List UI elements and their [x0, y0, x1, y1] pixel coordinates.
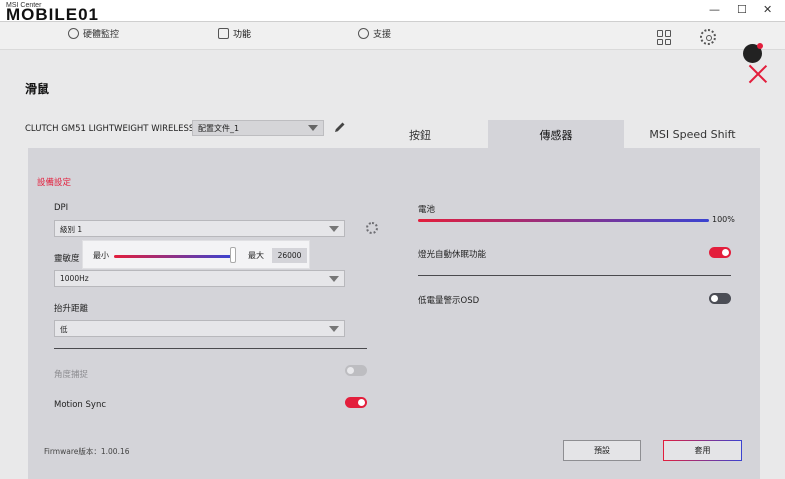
motion-sync-toggle[interactable]: [345, 397, 367, 408]
motion-sync-label: Motion Sync: [54, 400, 107, 410]
sensor-panel: [28, 148, 760, 479]
dpi-settings-gear-icon[interactable]: [366, 222, 378, 234]
divider: [54, 348, 367, 349]
settings-gear-icon[interactable]: [700, 29, 716, 45]
battery-level-bar: [418, 219, 709, 222]
nav-item-label: 硬體監控: [83, 30, 120, 40]
profile-dropdown[interactable]: 配置文件_1: [192, 120, 324, 136]
sensitivity-slider-handle[interactable]: [230, 247, 236, 263]
tab-buttons[interactable]: 按鈕: [398, 120, 442, 149]
battery-percent: 100%: [712, 215, 735, 224]
lift-off-selected-value: 低: [60, 325, 68, 334]
title-bar: MSI Center MOBILE01 — ☐ ✕: [0, 0, 785, 24]
edit-pencil-icon[interactable]: [334, 121, 346, 133]
minimize-button[interactable]: —: [709, 3, 720, 16]
low-battery-osd-label: 低電量警示OSD: [418, 296, 480, 306]
chevron-down-icon: [308, 125, 318, 131]
chevron-down-icon: [329, 226, 339, 232]
dpi-level-dropdown[interactable]: 級別 1: [54, 220, 345, 237]
close-page-icon[interactable]: [748, 64, 768, 84]
profile-selected-value: 配置文件_1: [198, 124, 240, 133]
nav-item-label: 功能: [233, 30, 252, 40]
dpi-label: DPI: [54, 203, 69, 213]
features-icon: [218, 28, 229, 39]
section-title: 設備設定: [37, 178, 72, 188]
user-avatar[interactable]: [743, 43, 763, 63]
monitor-icon: [68, 28, 79, 39]
page-title: 滑鼠: [25, 82, 50, 96]
max-label: 最大: [248, 251, 264, 260]
nav-item-label: 支援: [373, 30, 392, 40]
auto-sleep-toggle[interactable]: [709, 247, 731, 258]
watermark-logo: MOBILE01: [6, 5, 100, 24]
chevron-down-icon: [329, 326, 339, 332]
apply-button[interactable]: 套用: [663, 440, 742, 461]
firmware-version: Firmware版本：1.00.16: [44, 447, 130, 456]
sensitivity-slider-track[interactable]: [114, 255, 232, 258]
polling-rate-dropdown[interactable]: 1000Hz: [54, 270, 345, 287]
polling-selected-value: 1000Hz: [60, 274, 89, 283]
dpi-selected-value: 級別 1: [60, 225, 83, 234]
lift-off-dropdown[interactable]: 低: [54, 320, 345, 337]
sensitivity-value-input[interactable]: 26000: [272, 248, 307, 263]
angle-snap-label: 角度捕捉: [54, 370, 89, 380]
divider: [418, 275, 731, 276]
min-label: 最小: [93, 251, 109, 260]
support-icon: [358, 28, 369, 39]
sensitivity-popup: 最小 最大 26000: [82, 240, 310, 269]
chevron-down-icon: [329, 276, 339, 282]
tab-sensor[interactable]: 傳感器: [488, 120, 624, 149]
sensitivity-label: 靈敏度: [54, 254, 80, 264]
default-button[interactable]: 預設: [563, 440, 641, 461]
lift-off-label: 抬升距離: [54, 304, 89, 314]
auto-sleep-label: 燈光自動休眠功能: [418, 250, 487, 260]
tab-speed-shift[interactable]: MSI Speed Shift: [640, 120, 745, 149]
low-battery-osd-toggle[interactable]: [709, 293, 731, 304]
device-name: CLUTCH GM51 LIGHTWEIGHT WIRELESS: [25, 124, 195, 134]
angle-snap-toggle[interactable]: [345, 365, 367, 376]
maximize-button[interactable]: ☐: [737, 3, 747, 16]
nav-item-features[interactable]: 功能: [218, 27, 251, 40]
battery-label: 電池: [418, 205, 436, 215]
window-close-button[interactable]: ✕: [763, 3, 772, 16]
nav-bar: 硬體監控 功能 支援: [0, 22, 785, 63]
nav-item-support[interactable]: 支援: [358, 27, 391, 40]
nav-item-monitor[interactable]: 硬體監控: [68, 27, 119, 40]
apps-grid-icon[interactable]: [657, 30, 672, 45]
